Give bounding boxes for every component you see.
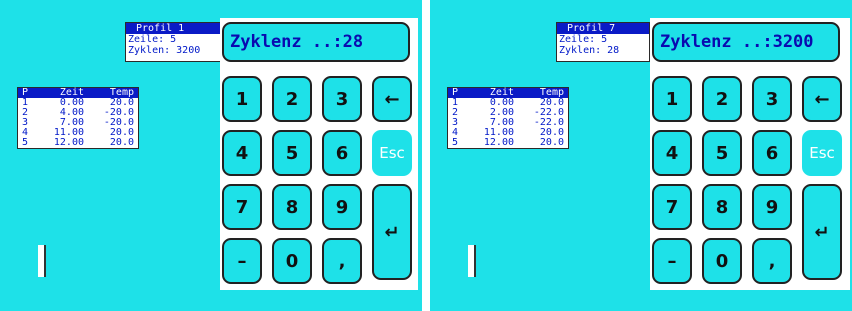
input-display[interactable]: Zyklenz ..:3200: [652, 22, 840, 62]
backspace-key[interactable]: ←: [802, 76, 842, 122]
key-minus[interactable]: –: [222, 238, 262, 284]
key-minus[interactable]: –: [652, 238, 692, 284]
key-8[interactable]: 8: [702, 184, 742, 230]
enter-key[interactable]: ↵: [802, 184, 842, 280]
input-display[interactable]: Zyklenz ..:28: [222, 22, 410, 62]
key-3[interactable]: 3: [322, 76, 362, 122]
screen-left: Profil 1 Zeile: 5 Zyklen: 3200 P Zeit Te…: [0, 0, 422, 311]
key-5[interactable]: 5: [272, 130, 312, 176]
numeric-keypad: Zyklenz ..:28 1 2 3 ← 4 5 6 Esc 7 8 9 ↵ …: [220, 18, 418, 290]
key-comma[interactable]: ,: [322, 238, 362, 284]
cell-zeit: 12.00: [53, 137, 84, 148]
key-4[interactable]: 4: [222, 130, 262, 176]
numeric-keypad: Zyklenz ..:3200 1 2 3 ← 4 5 6 Esc 7 8 9 …: [650, 18, 850, 290]
esc-key[interactable]: Esc: [802, 130, 842, 176]
key-4[interactable]: 4: [652, 130, 692, 176]
key-6[interactable]: 6: [322, 130, 362, 176]
key-0[interactable]: 0: [272, 238, 312, 284]
key-7[interactable]: 7: [652, 184, 692, 230]
line-info: Zeile: 5: [559, 34, 608, 45]
esc-key[interactable]: Esc: [372, 130, 412, 176]
key-9[interactable]: 9: [322, 184, 362, 230]
key-2[interactable]: 2: [272, 76, 312, 122]
backspace-key[interactable]: ←: [372, 76, 412, 122]
table-row: 5 12.00 20.0: [448, 138, 568, 148]
profile-table: P Zeit Temp 1 0.00 20.0 2 4.00 -20.0 3 7…: [17, 87, 139, 149]
key-1[interactable]: 1: [222, 76, 262, 122]
profile-info-box: Profil 7 Zeile: 5 Zyklen: 28: [556, 22, 650, 62]
cell-p: 5: [21, 137, 29, 148]
key-6[interactable]: 6: [752, 130, 792, 176]
key-9[interactable]: 9: [752, 184, 792, 230]
profile-name: Profil 7: [557, 23, 649, 34]
cell-temp: 20.0: [539, 137, 564, 148]
cell-zeit: 12.00: [483, 137, 514, 148]
profile-table: P Zeit Temp 1 0.00 20.0 2 2.00 -22.0 3 7…: [447, 87, 569, 149]
cell-p: 5: [451, 137, 459, 148]
enter-key[interactable]: ↵: [372, 184, 412, 280]
key-5[interactable]: 5: [702, 130, 742, 176]
cycles-info: Zyklen: 28: [559, 45, 620, 56]
text-cursor: [468, 245, 476, 277]
screen-right: Profil 7 Zeile: 5 Zyklen: 28 P Zeit Temp…: [430, 0, 852, 311]
key-1[interactable]: 1: [652, 76, 692, 122]
key-2[interactable]: 2: [702, 76, 742, 122]
key-comma[interactable]: ,: [752, 238, 792, 284]
key-0[interactable]: 0: [702, 238, 742, 284]
table-row: 5 12.00 20.0: [18, 138, 138, 148]
cell-temp: 20.0: [109, 137, 134, 148]
key-8[interactable]: 8: [272, 184, 312, 230]
key-7[interactable]: 7: [222, 184, 262, 230]
text-cursor: [38, 245, 46, 277]
key-3[interactable]: 3: [752, 76, 792, 122]
